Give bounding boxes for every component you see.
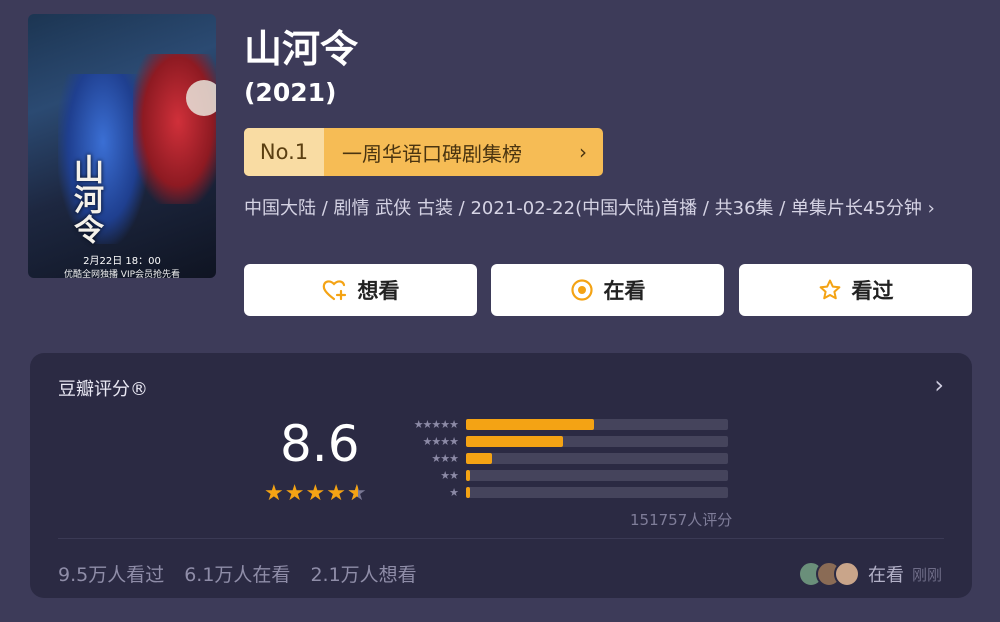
half-star-icon: ★ bbox=[347, 481, 367, 506]
dist-track bbox=[466, 452, 728, 464]
dist-track bbox=[466, 469, 728, 481]
dist-fill bbox=[466, 469, 470, 481]
watched-label: 看过 bbox=[851, 279, 894, 303]
divider bbox=[58, 538, 944, 539]
rating-stars: ★ ★ ★ ★ ★ bbox=[264, 481, 367, 506]
dist-fill bbox=[466, 486, 470, 498]
want-to-watch-label: 想看 bbox=[357, 279, 400, 303]
dist-label: ★★ bbox=[440, 468, 459, 482]
rating-dist-3: ★★★ bbox=[398, 451, 728, 465]
chevron-right-icon: › bbox=[579, 140, 587, 164]
poster-tagline: 优酷全网独播 VIP会员抢先看 bbox=[63, 270, 181, 278]
rating-card[interactable]: 豆瓣评分® › 8.6 ★ ★ ★ ★ ★ ★ ★★★★ ★ ★★★ ★ ★★ ★ ★ … bbox=[30, 353, 972, 598]
rating-dist-5: ★★★★★ bbox=[398, 417, 728, 431]
rating-title: 豆瓣评分® bbox=[58, 379, 148, 400]
stat-watched: 9.5万人看过 bbox=[58, 564, 165, 586]
ranking-banner[interactable]: No.1 一周华语口碑剧集榜 › bbox=[244, 128, 603, 176]
rating-dist-4: ★★★★ bbox=[398, 434, 728, 448]
poster-image[interactable]: 山河令 2月22日 18：00 优酷全网独播 VIP会员抢先看 bbox=[28, 14, 216, 278]
show-info[interactable]: 中国大陆 / 剧情 武侠 古装 / 2021-02-22(中国大陆)首播 / 共… bbox=[244, 194, 979, 223]
ranking-label: 一周华语口碑剧集榜 bbox=[342, 141, 522, 166]
dist-track bbox=[466, 435, 728, 447]
poster-date: 2月22日 18：00 bbox=[83, 256, 161, 267]
dist-label: ★★★★★ bbox=[413, 417, 459, 431]
star-icon: ★ bbox=[264, 481, 284, 506]
avatar bbox=[833, 561, 860, 587]
dist-fill bbox=[466, 435, 563, 447]
want-to-watch-button[interactable]: 想看 bbox=[244, 264, 477, 316]
heart-plus-icon bbox=[322, 278, 348, 302]
release-year: (2021) bbox=[244, 78, 337, 107]
dist-track bbox=[466, 418, 728, 430]
avatar-group bbox=[797, 561, 860, 587]
dist-track bbox=[466, 486, 728, 498]
watched-button[interactable]: 看过 bbox=[739, 264, 972, 316]
live-watching-time: 刚刚 bbox=[911, 565, 942, 584]
watching-button[interactable]: 在看 bbox=[491, 264, 724, 316]
ranking-number: No.1 bbox=[244, 128, 324, 176]
poster-figure-red bbox=[133, 54, 216, 204]
star-icon: ★ bbox=[326, 481, 346, 506]
live-watching-label: 在看 bbox=[867, 565, 904, 586]
dist-label: ★★★ bbox=[431, 451, 459, 465]
dist-label: ★★★★ bbox=[422, 434, 459, 448]
star-icon: ★ bbox=[284, 481, 305, 506]
rating-dist-1: ★ bbox=[398, 485, 728, 499]
star-icon: ★ bbox=[305, 481, 326, 506]
watching-label: 在看 bbox=[603, 279, 646, 303]
dist-label: ★ bbox=[449, 485, 459, 499]
chevron-right-icon[interactable]: › bbox=[934, 371, 944, 399]
audience-stats: 9.5万人看过 6.1万人在看 2.1万人想看 bbox=[58, 560, 417, 587]
star-outline-icon bbox=[818, 278, 842, 302]
dist-fill bbox=[466, 418, 595, 430]
stat-watching: 6.1万人在看 bbox=[184, 564, 291, 586]
rating-score: 8.6 bbox=[280, 415, 360, 473]
target-icon bbox=[570, 278, 594, 302]
live-watching[interactable]: 在看 刚刚 bbox=[797, 561, 942, 587]
dist-fill bbox=[466, 452, 493, 464]
stat-want: 2.1万人想看 bbox=[310, 564, 417, 586]
page-title: 山河令 bbox=[244, 27, 359, 71]
poster-fan bbox=[186, 80, 216, 116]
rating-count: 151757人评分 bbox=[630, 511, 733, 529]
poster-calligraphy: 山河令 bbox=[68, 154, 103, 244]
rating-dist-2: ★★ bbox=[398, 468, 728, 482]
